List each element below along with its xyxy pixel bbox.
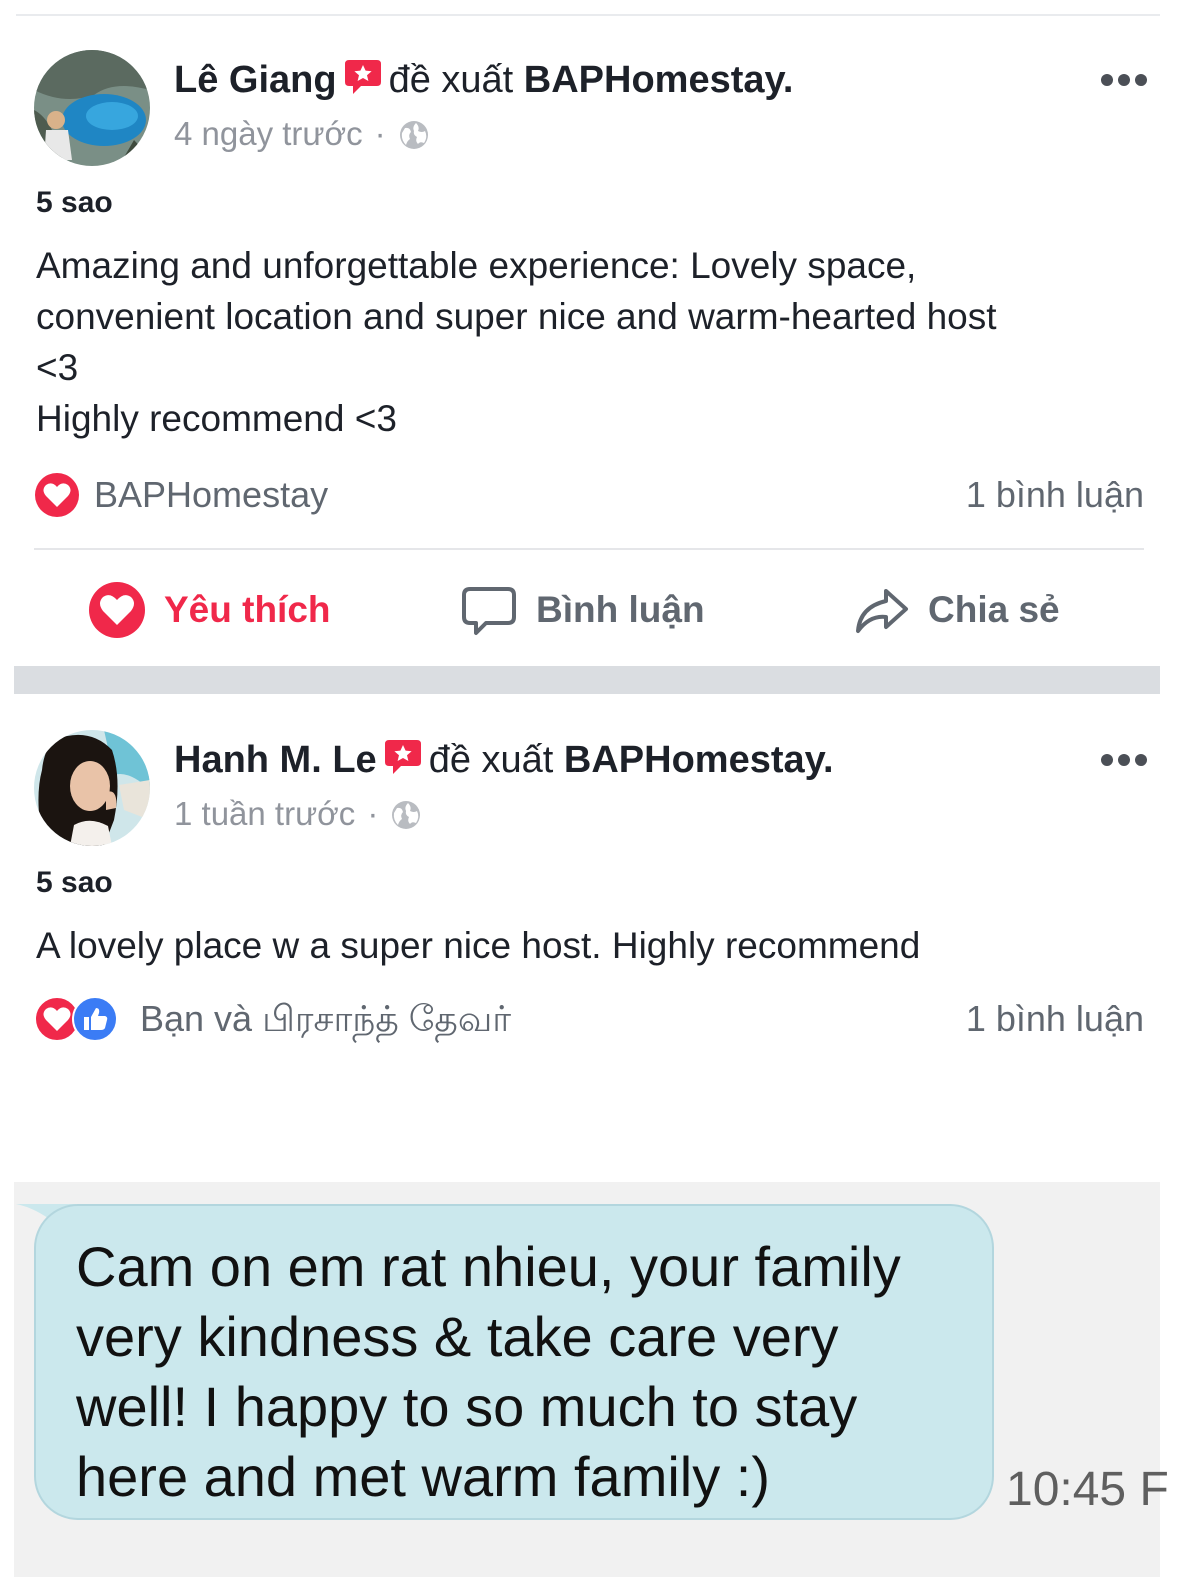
love-button[interactable]: Yêu thích (88, 570, 331, 650)
meta-separator: · (374, 115, 386, 152)
message-timestamp: 10:45 F (1006, 1463, 1169, 1516)
page-name-link[interactable]: BAPHomestay. (524, 59, 794, 101)
post-time[interactable]: 1 tuần trước (174, 795, 355, 832)
post-header: Hanh M. Le đề xuất BAPHomestay. (174, 736, 834, 783)
like-reaction-icon (72, 996, 118, 1042)
love-button-label: Yêu thích (164, 589, 331, 630)
recommend-badge-icon (383, 736, 423, 776)
review-post-hanh-m-le: Hanh M. Le đề xuất BAPHomestay. 1 tuần tr… (0, 696, 1182, 1096)
share-icon (856, 589, 908, 633)
comment-icon (462, 587, 516, 635)
comment-button-label: Bình luận (536, 589, 705, 630)
avatar[interactable] (34, 50, 150, 166)
reactors-label[interactable]: Bạn và பிரசாந்த் தேவர் (140, 998, 511, 1045)
action-text: đề xuất (388, 59, 514, 101)
more-options-icon[interactable] (1100, 72, 1148, 88)
globe-icon (398, 119, 430, 151)
page-name-link[interactable]: BAPHomestay. (564, 739, 834, 781)
rating: 5 sao (36, 866, 113, 899)
comment-count[interactable]: 1 bình luận (966, 998, 1144, 1040)
reaction-summary[interactable]: BAPHomestay 1 bình luận (34, 472, 1144, 522)
review-post-le-giang: Lê Giang đề xuất BAPHomestay. 4 ngày trướ… (0, 0, 1182, 668)
share-button[interactable]: Chia sẻ (852, 570, 1060, 650)
chat-message-bubble[interactable]: Cam on em rat nhieu, your family very ki… (34, 1204, 994, 1520)
heart-reaction-icon (35, 473, 79, 517)
feed-separator (14, 666, 1160, 694)
screenshot-page: Lê Giang đề xuất BAPHomestay. 4 ngày trướ… (0, 0, 1182, 1577)
post-meta: 1 tuần trước · (174, 794, 422, 834)
recommend-badge-icon (343, 56, 383, 96)
meta-separator: · (367, 795, 379, 832)
comment-count[interactable]: 1 bình luận (966, 474, 1144, 516)
divider (34, 548, 1144, 550)
reaction-summary[interactable]: Bạn và பிரசாந்த் தேவர் 1 bình luận (34, 996, 1144, 1046)
action-text: đề xuất (428, 739, 554, 781)
reactors-label[interactable]: BAPHomestay (94, 474, 328, 516)
author-name[interactable]: Hanh M. Le (174, 739, 377, 781)
avatar[interactable] (34, 730, 150, 846)
more-options-icon[interactable] (1100, 752, 1148, 768)
post-meta: 4 ngày trước · (174, 114, 430, 154)
author-name[interactable]: Lê Giang (174, 59, 337, 101)
share-button-label: Chia sẻ (928, 589, 1060, 630)
review-text: A lovely place w a super nice host. High… (36, 925, 921, 966)
action-bar: Yêu thích Bình luận Chia sẻ (0, 570, 1182, 650)
post-header: Lê Giang đề xuất BAPHomestay. (174, 56, 793, 103)
heart-icon (89, 582, 145, 638)
rating: 5 sao (36, 186, 113, 219)
review-text: Amazing and unforgettable experience: Lo… (36, 245, 997, 439)
comment-button[interactable]: Bình luận (460, 570, 705, 650)
post-time[interactable]: 4 ngày trước (174, 115, 363, 152)
globe-icon (390, 799, 422, 831)
